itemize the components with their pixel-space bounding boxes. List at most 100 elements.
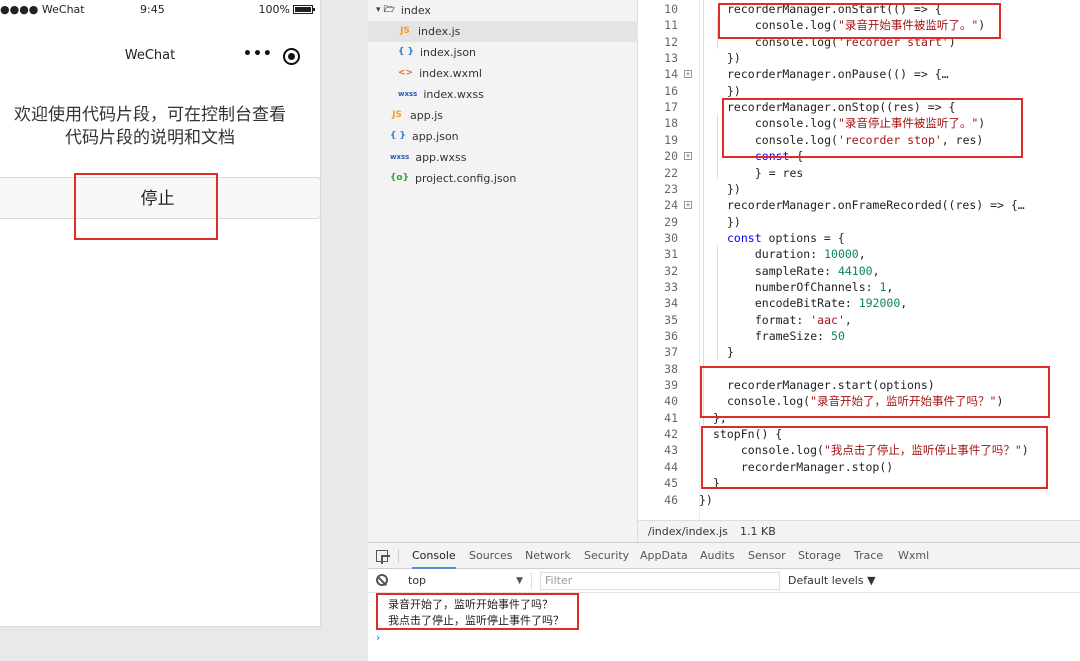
tree-item-label: index.js bbox=[418, 25, 461, 38]
inspect-element-icon[interactable] bbox=[376, 550, 388, 562]
line-number: 29 bbox=[664, 214, 678, 229]
wxss-file-icon: wxss bbox=[398, 90, 418, 98]
phone-simulator: ●●●● WeChat 9:45 100% WeChat ••• 欢迎使用代码片… bbox=[0, 0, 321, 627]
ide-window: ●●●● WeChat 9:45 100% WeChat ••• 欢迎使用代码片… bbox=[0, 0, 1080, 661]
editor-status-bar: /index/index.js 1.1 KB bbox=[638, 520, 1080, 542]
console-prompt[interactable]: › bbox=[376, 631, 380, 644]
fold-expand-icon[interactable]: + bbox=[684, 152, 692, 161]
code-text: frameSize: 50 bbox=[741, 329, 845, 343]
js-file-icon: JS bbox=[392, 110, 402, 120]
battery-percent: 100% bbox=[258, 3, 290, 16]
simulator-footer bbox=[0, 627, 321, 661]
code-line: 37} bbox=[638, 344, 1080, 360]
simulator-gutter bbox=[321, 0, 368, 661]
line-number: 14 bbox=[664, 67, 678, 82]
tab-trace[interactable]: Trace bbox=[854, 543, 883, 569]
clear-console-icon[interactable] bbox=[376, 574, 388, 586]
annotation-box-stop-button bbox=[74, 173, 218, 240]
annotation-box-start bbox=[700, 366, 1050, 418]
code-text: sampleRate: 44100, bbox=[741, 263, 880, 278]
code-text: } bbox=[727, 345, 734, 360]
line-number: 22 bbox=[664, 165, 678, 180]
line-number: 16 bbox=[664, 83, 678, 98]
code-text: encodeBitRate: 192000, bbox=[741, 296, 908, 311]
line-number: 40 bbox=[664, 394, 678, 409]
tab-storage[interactable]: Storage bbox=[798, 543, 841, 569]
tree-file-app-js[interactable]: JS app.js bbox=[390, 105, 443, 126]
code-text: }) bbox=[727, 214, 741, 229]
code-text: }) bbox=[727, 181, 741, 196]
line-number: 39 bbox=[664, 378, 678, 393]
devtools-tab-bar: Console Sources Network Security AppData… bbox=[368, 543, 1080, 569]
tab-sensor[interactable]: Sensor bbox=[748, 543, 786, 569]
tree-file-index-json[interactable]: { } index.json bbox=[398, 42, 476, 63]
tree-item-label: project.config.json bbox=[415, 172, 517, 185]
line-number: 13 bbox=[664, 51, 678, 66]
tree-file-index-wxml[interactable]: <> index.wxml bbox=[398, 63, 482, 84]
tree-folder-index[interactable]: ▾ 🗁 index bbox=[376, 0, 431, 21]
json-file-icon: { } bbox=[390, 131, 406, 141]
wechat-navbar: WeChat ••• bbox=[0, 40, 321, 74]
code-text: duration: 10000, bbox=[741, 247, 866, 262]
js-file-icon: JS bbox=[400, 26, 410, 36]
tree-file-index-wxss[interactable]: wxss index.wxss bbox=[398, 84, 484, 105]
line-number: 44 bbox=[664, 459, 678, 474]
tab-security[interactable]: Security bbox=[584, 543, 629, 569]
code-line: 13}) bbox=[638, 50, 1080, 66]
line-number: 20 bbox=[664, 149, 678, 164]
file-tree: ▾ 🗁 index JS index.js { } index.json <> … bbox=[368, 0, 638, 542]
wxml-file-icon: <> bbox=[398, 68, 414, 78]
line-number: 32 bbox=[664, 263, 678, 278]
line-number: 36 bbox=[664, 329, 678, 343]
code-text: recorderManager.onPause(() => {… bbox=[727, 67, 949, 82]
tab-sources[interactable]: Sources bbox=[469, 543, 513, 569]
more-icon[interactable]: ••• bbox=[243, 46, 273, 62]
code-line: 16}) bbox=[638, 83, 1080, 99]
tab-wxml[interactable]: Wxml bbox=[898, 543, 929, 569]
line-number: 37 bbox=[664, 345, 678, 360]
line-number: 42 bbox=[664, 427, 678, 442]
battery-icon bbox=[293, 5, 315, 14]
code-text: }) bbox=[727, 51, 741, 66]
fold-expand-icon[interactable]: + bbox=[684, 70, 692, 79]
tree-file-index-js[interactable]: JS index.js bbox=[368, 21, 638, 42]
code-text: } = res bbox=[741, 165, 804, 180]
tab-network[interactable]: Network bbox=[525, 543, 571, 569]
code-text: const options = { bbox=[727, 230, 845, 245]
intro-line-1: 欢迎使用代码片段，可在控制台查看 bbox=[14, 105, 286, 125]
battery-indicator: 100% bbox=[258, 3, 315, 16]
tree-item-label: index.json bbox=[419, 46, 477, 59]
log-levels-select[interactable]: Default levels ▼ bbox=[788, 573, 876, 589]
code-line: 32 sampleRate: 44100, bbox=[638, 263, 1080, 279]
tree-file-app-wxss[interactable]: wxss app.wxss bbox=[390, 147, 467, 168]
status-bar: ●●●● WeChat 9:45 100% bbox=[0, 0, 321, 20]
line-number: 31 bbox=[664, 247, 678, 262]
json-file-icon: { } bbox=[398, 47, 414, 57]
annotation-box-stopfn bbox=[701, 426, 1048, 489]
line-number: 11 bbox=[664, 18, 678, 33]
filter-input[interactable]: Filter bbox=[540, 572, 780, 590]
fold-expand-icon[interactable]: + bbox=[684, 201, 692, 210]
tree-file-project-config[interactable]: {o} project.config.json bbox=[390, 168, 516, 189]
tree-item-label: index.wxml bbox=[419, 67, 482, 80]
code-line: 33 numberOfChannels: 1, bbox=[638, 279, 1080, 295]
code-line: 30 const options = { bbox=[638, 230, 1080, 246]
line-number: 10 bbox=[664, 2, 678, 16]
tree-item-label: index.wxss bbox=[423, 88, 484, 101]
tree-file-app-json[interactable]: { } app.json bbox=[390, 126, 459, 147]
tab-console[interactable]: Console bbox=[412, 543, 456, 569]
code-text: numberOfChannels: 1, bbox=[741, 279, 894, 294]
code-line: 34 encodeBitRate: 192000, bbox=[638, 295, 1080, 311]
tab-appdata[interactable]: AppData bbox=[640, 543, 688, 569]
close-target-icon[interactable] bbox=[283, 48, 300, 65]
tree-item-label: index bbox=[400, 4, 431, 17]
line-number: 24 bbox=[664, 198, 678, 213]
code-line: 14 + recorderManager.onPause(() => {… bbox=[638, 66, 1080, 82]
context-select[interactable]: top ▼ bbox=[402, 573, 532, 589]
tree-item-label: app.js bbox=[410, 109, 443, 122]
annotation-box-onstop bbox=[722, 98, 1023, 158]
caret-down-icon: ▼ bbox=[516, 576, 523, 586]
tab-audits[interactable]: Audits bbox=[700, 543, 735, 569]
file-size: 1.1 KB bbox=[740, 525, 776, 538]
line-number: 19 bbox=[664, 132, 678, 147]
